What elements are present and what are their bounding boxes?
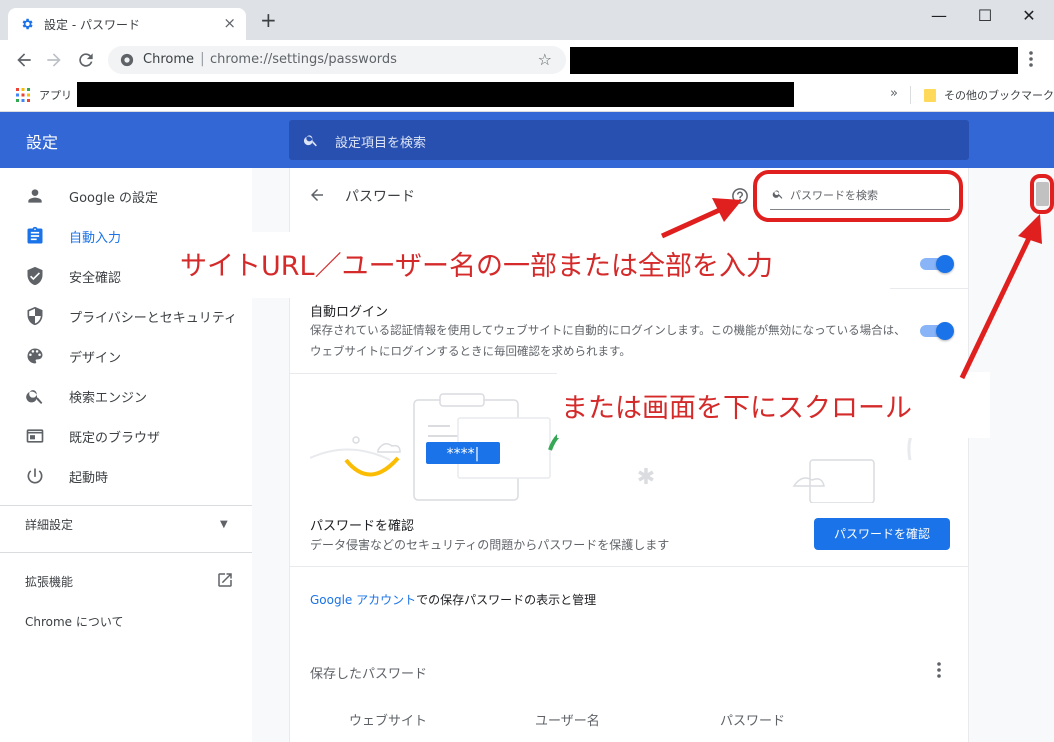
sidebar-about-chrome[interactable]: Chrome について [25, 613, 124, 630]
saved-passwords-title: 保存したパスワード [310, 667, 428, 682]
bookmark-star-icon[interactable]: ☆ [538, 50, 552, 69]
tab-close-icon[interactable]: × [223, 14, 236, 32]
back-arrow-icon[interactable] [308, 186, 326, 204]
sidebar-divider [0, 505, 252, 506]
browser-toolbar: Chrome | chrome://settings/passwords ☆ [0, 40, 1054, 80]
google-account-link[interactable]: Google アカウント [310, 593, 416, 607]
settings-title: 設定 [26, 133, 59, 152]
sidebar-extensions[interactable]: 拡張機能 [25, 573, 73, 590]
settings-search[interactable]: 設定項目を検索 [289, 120, 969, 160]
palette-icon [27, 348, 43, 364]
help-icon[interactable] [731, 187, 749, 205]
maximize-button[interactable]: ☐ [970, 6, 1000, 25]
sidebar-item-label: 既定のブラウザ [69, 431, 161, 446]
person-icon [28, 189, 42, 203]
redacted-bookmarks [77, 82, 794, 107]
back-arrow-icon[interactable] [14, 50, 34, 70]
tab-title: 設定 - パスワード [44, 18, 140, 32]
page-scrollbar-thumb[interactable] [1036, 182, 1049, 206]
password-checkup-title: パスワードを確認 [310, 519, 415, 534]
sidebar-item-label: Google の設定 [69, 191, 158, 206]
sidebar-item-label: 検索エンジン [69, 391, 148, 406]
chrome-page-icon [120, 53, 134, 67]
auto-signin-toggle[interactable] [920, 322, 954, 340]
reload-icon[interactable] [76, 50, 96, 70]
column-header-website: ウェブサイト [349, 714, 428, 729]
close-window-button[interactable]: ✕ [1014, 6, 1044, 25]
sidebar-item-on-startup[interactable]: 起動時 [0, 456, 252, 496]
auto-signin-title: 自動ログイン [310, 305, 389, 320]
password-search-input[interactable] [790, 185, 945, 205]
sidebar-advanced[interactable]: 詳細設定 [25, 516, 73, 533]
apps-grid-icon[interactable] [16, 88, 30, 102]
new-tab-button[interactable]: + [260, 10, 277, 30]
gear-icon [22, 18, 33, 30]
sidebar-item-label: プライバシーとセキュリティ [69, 311, 237, 326]
sidebar-item-privacy[interactable]: プライバシーとセキュリティ [0, 296, 252, 336]
shield-check-icon [27, 266, 43, 286]
sidebar-item-label: 起動時 [69, 471, 109, 486]
bookmarks-divider [910, 86, 911, 104]
sidebar-item-label: 安全確認 [69, 271, 122, 286]
annotation-scroll-hint: または画面を下にスクロール [561, 393, 912, 424]
save-passwords-toggle[interactable] [920, 255, 954, 273]
annotation-search-box: サイトURL／ユーザー名の一部または全部を入力 [178, 232, 890, 298]
search-icon [303, 135, 317, 147]
check-passwords-button[interactable]: パスワードを確認 [814, 518, 950, 550]
sidebar-item-search-engine[interactable]: 検索エンジン [0, 376, 252, 416]
annotation-scroll-box: または画面を下にスクロール [557, 372, 990, 438]
omnibox-scheme: Chrome [143, 52, 194, 67]
omnibox-separator: | [200, 51, 205, 67]
sidebar-item-label: 自動入力 [69, 231, 122, 246]
shield-half-icon [27, 306, 43, 326]
sidebar-item-google[interactable]: Google の設定 [0, 176, 252, 216]
column-header-username: ユーザー名 [535, 714, 600, 729]
sidebar-divider [0, 552, 252, 553]
sidebar-item-default-browser[interactable]: 既定のブラウザ [0, 416, 252, 456]
apps-label[interactable]: アプリ [39, 87, 72, 103]
browser-window-icon [26, 429, 44, 443]
clipboard-icon [27, 226, 43, 244]
tab-strip: 設定 - パスワード × + — ☐ ✕ [0, 0, 1054, 40]
masked-password-text: ****| [447, 446, 480, 462]
tab-settings-passwords[interactable]: 設定 - パスワード × [8, 8, 246, 40]
google-account-passwords-line: Google アカウントでの保存パスワードの表示と管理 [310, 591, 596, 608]
search-icon [772, 190, 783, 199]
omnibox-url[interactable]: chrome://settings/passwords [210, 52, 397, 67]
settings-header: 設定 設定項目を検索 [0, 112, 1054, 168]
sidebar-item-appearance[interactable]: デザイン [0, 336, 252, 376]
kebab-menu-icon[interactable] [1026, 49, 1036, 69]
asterisk-decoration: ✱ [637, 465, 655, 490]
bookmarks-overflow-icon[interactable]: » [890, 86, 898, 101]
omnibox[interactable]: Chrome | chrome://settings/passwords ☆ [108, 46, 566, 74]
bookmarks-bar: アプリ » その他のブックマーク [0, 80, 1054, 112]
row-divider [290, 566, 968, 567]
other-bookmarks[interactable]: その他のブックマーク [944, 87, 1054, 103]
password-search-field[interactable] [770, 182, 950, 210]
auto-signin-description: 保存されている認証情報を使用してウェブサイトに自動的にログインします。この機能が… [310, 323, 906, 358]
google-account-text: での保存パスワードの表示と管理 [416, 593, 597, 607]
column-header-password: パスワード [720, 714, 786, 729]
password-checkup-description: データ侵害などのセキュリティの問題からパスワードを保護します [310, 538, 670, 552]
search-icon [26, 390, 43, 404]
toggle-knob [936, 255, 954, 273]
kebab-menu-icon[interactable] [934, 660, 944, 680]
annotation-search-hint: サイトURL／ユーザー名の一部または全部を入力 [180, 251, 774, 282]
settings-search-placeholder: 設定項目を検索 [335, 136, 427, 151]
minimize-button[interactable]: — [924, 6, 954, 25]
power-icon [27, 468, 43, 484]
chevron-down-icon[interactable]: ▼ [220, 519, 228, 530]
forward-arrow-icon[interactable] [44, 50, 64, 70]
sidebar-item-label: デザイン [69, 351, 122, 366]
toggle-knob [936, 322, 954, 340]
open-in-new-icon[interactable] [216, 571, 234, 589]
page-title: パスワード [345, 189, 415, 205]
folder-icon [924, 89, 936, 102]
redacted-area [570, 47, 1018, 74]
